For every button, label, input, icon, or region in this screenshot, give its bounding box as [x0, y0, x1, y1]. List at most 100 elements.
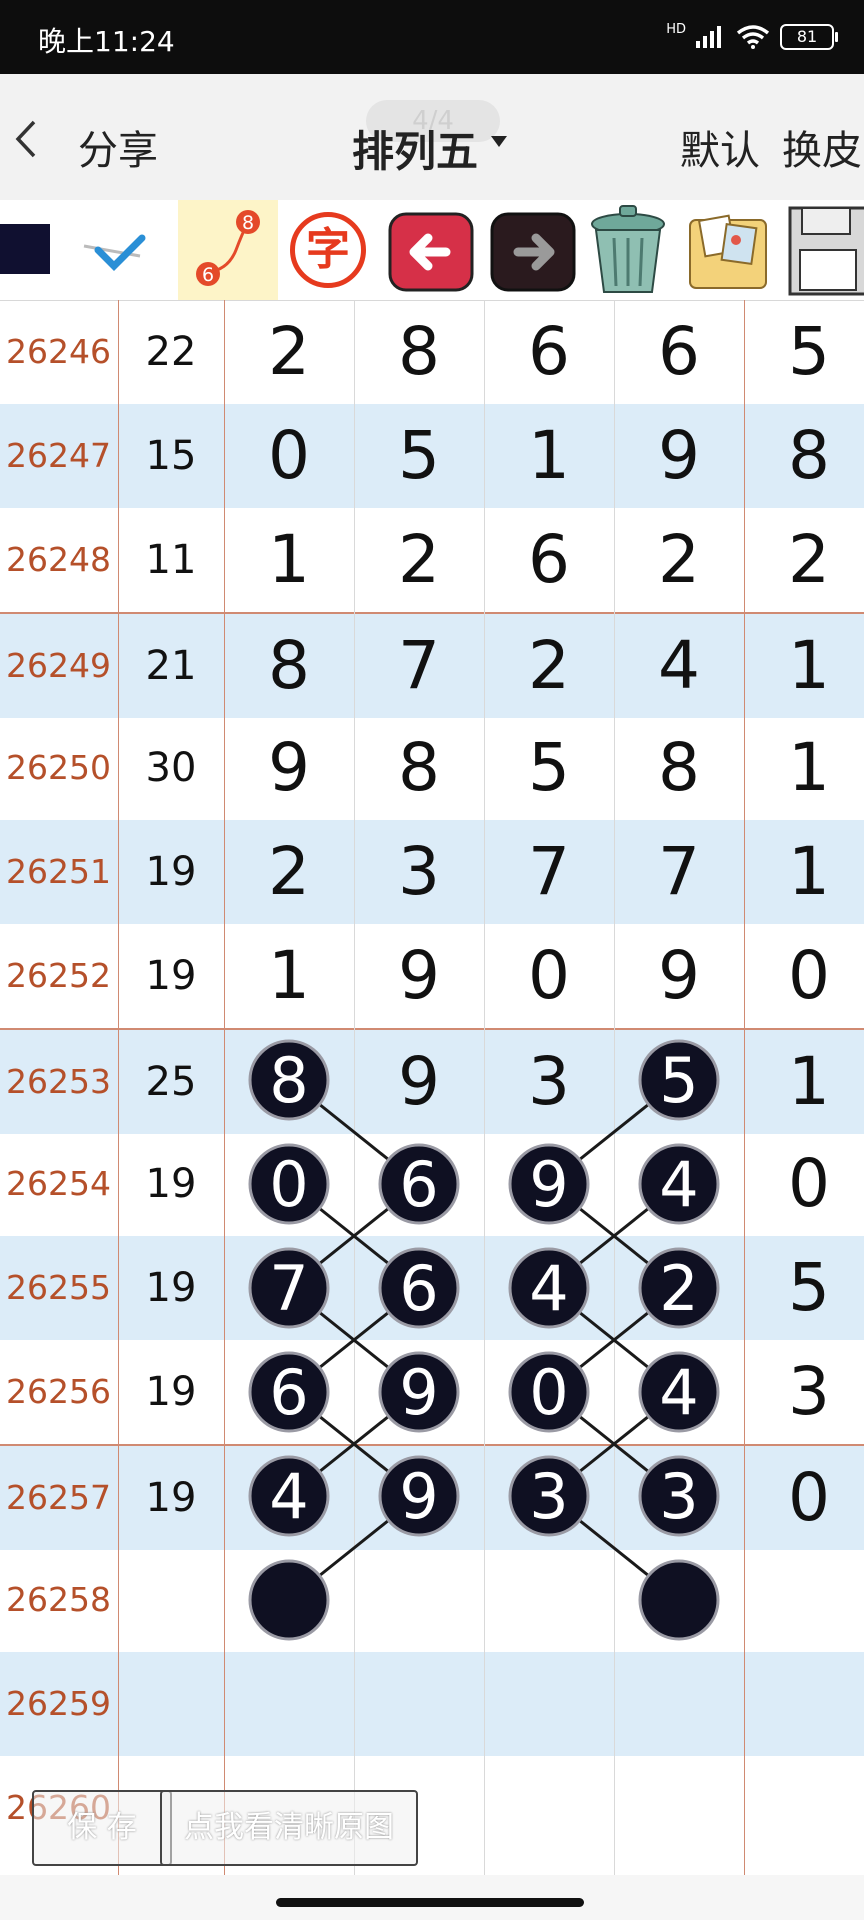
- column-divider: [484, 300, 485, 1875]
- digit-cell[interactable]: 9: [354, 1030, 484, 1134]
- table-row: 262532589351: [0, 1028, 864, 1134]
- sum-value: 19: [145, 1369, 197, 1415]
- digit-cell[interactable]: 5: [484, 716, 614, 820]
- digit-cell[interactable]: 5: [744, 1236, 864, 1340]
- digit-cell[interactable]: 8: [224, 614, 354, 718]
- digit-cell[interactable]: 3: [354, 820, 484, 924]
- color-swatch-icon[interactable]: [0, 200, 52, 300]
- trash-icon[interactable]: [582, 200, 674, 300]
- view-original-button[interactable]: 点我看清晰原图: [160, 1790, 418, 1866]
- digit-cell[interactable]: 6: [484, 508, 614, 612]
- digit-cell[interactable]: 1: [744, 614, 864, 718]
- digit-cell[interactable]: [354, 1548, 484, 1652]
- digit-cell[interactable]: 1: [484, 404, 614, 508]
- digit-cell[interactable]: 8: [354, 716, 484, 820]
- digit-cell[interactable]: 9: [614, 924, 744, 1028]
- undo-arrow-icon[interactable]: [386, 200, 478, 300]
- period-number: 26257: [6, 1478, 111, 1517]
- period-number: 26259: [6, 1684, 111, 1723]
- digit-cell[interactable]: [354, 1652, 484, 1756]
- hd-label: HD: [666, 21, 686, 37]
- digit-cell[interactable]: 7: [614, 820, 744, 924]
- digit-cell[interactable]: 6: [614, 300, 744, 404]
- table-row: 26251 19 2 3 7 7 1: [0, 820, 864, 924]
- digit-cell[interactable]: 7: [484, 820, 614, 924]
- sum-value: 22: [145, 329, 197, 375]
- digit-cell[interactable]: 4: [614, 614, 744, 718]
- sum-value: 19: [145, 849, 197, 895]
- chevron-left-icon[interactable]: [6, 114, 46, 164]
- digit-cell[interactable]: 7: [354, 614, 484, 718]
- digit-cell[interactable]: 5: [354, 404, 484, 508]
- connect-line-icon[interactable]: 8 6: [178, 200, 278, 300]
- period-number: 26255: [6, 1268, 111, 1307]
- column-divider: [224, 300, 225, 1875]
- digit-cell[interactable]: 1: [224, 924, 354, 1028]
- digit-cell[interactable]: 1: [744, 820, 864, 924]
- check-pen-icon[interactable]: [80, 200, 172, 300]
- sum-value: [118, 1548, 224, 1652]
- digit-cell[interactable]: 0: [744, 924, 864, 1028]
- change-skin-button[interactable]: 换皮: [782, 118, 862, 176]
- sum-value: 21: [145, 643, 197, 689]
- save-button[interactable]: 保 存: [32, 1790, 172, 1866]
- digit-cell[interactable]: 2: [224, 820, 354, 924]
- digit-cell[interactable]: [744, 1548, 864, 1652]
- digit-cell[interactable]: 5: [744, 300, 864, 404]
- digit-cell[interactable]: 0: [744, 1446, 864, 1550]
- wifi-icon: [736, 25, 770, 49]
- period-number: 26250: [6, 748, 111, 787]
- period-number: 26252: [6, 956, 111, 995]
- digit-cell[interactable]: [224, 1652, 354, 1756]
- digit-cell[interactable]: [484, 1548, 614, 1652]
- digit-cell[interactable]: 0: [744, 1132, 864, 1236]
- table-row: 26249 21 8 7 2 4 1: [0, 612, 864, 718]
- digit-cell[interactable]: 0: [484, 924, 614, 1028]
- digit-cell[interactable]: [484, 1756, 614, 1860]
- sum-value: 19: [145, 1161, 197, 1207]
- digit-cell[interactable]: [744, 1756, 864, 1860]
- digit-cell[interactable]: 8: [744, 404, 864, 508]
- digit-cell[interactable]: [614, 1652, 744, 1756]
- digit-cell[interactable]: 6: [484, 300, 614, 404]
- digit-cell[interactable]: 2: [484, 614, 614, 718]
- digit-cell[interactable]: 2: [614, 508, 744, 612]
- table-row: 26246 22 2 8 6 6 5: [0, 300, 864, 404]
- digit-cell[interactable]: [614, 1756, 744, 1860]
- connect-number-bottom: 6: [202, 264, 214, 286]
- lottery-type-selector[interactable]: 排列五: [352, 118, 478, 179]
- column-divider: [614, 300, 615, 1875]
- sum-value: [118, 1652, 224, 1756]
- table-row: 26250 30 9 8 5 8 1: [0, 716, 864, 820]
- digit-cell[interactable]: 2: [224, 300, 354, 404]
- digit-cell[interactable]: 2: [744, 508, 864, 612]
- digit-cell[interactable]: [744, 1652, 864, 1756]
- period-number: 26254: [6, 1164, 111, 1203]
- save-disk-icon[interactable]: [786, 200, 864, 300]
- digit-cell[interactable]: 2: [354, 508, 484, 612]
- digit-cell[interactable]: 1: [224, 508, 354, 612]
- caret-down-icon[interactable]: [491, 136, 507, 147]
- digit-cell[interactable]: 9: [354, 924, 484, 1028]
- text-char: 字: [290, 212, 366, 288]
- period-number: 26246: [6, 332, 111, 371]
- digit-cell[interactable]: 0: [224, 404, 354, 508]
- default-button[interactable]: 默认: [680, 118, 760, 176]
- redo-arrow-icon[interactable]: [488, 200, 580, 300]
- home-indicator[interactable]: [276, 1898, 584, 1907]
- digit-cell[interactable]: 8: [354, 300, 484, 404]
- digit-cell[interactable]: 9: [224, 716, 354, 820]
- digit-cell[interactable]: 3: [484, 1030, 614, 1134]
- digit-cell[interactable]: 8: [614, 716, 744, 820]
- sum-value: 11: [145, 537, 197, 583]
- digit-cell[interactable]: 3: [744, 1340, 864, 1444]
- digit-cell[interactable]: 1: [744, 1030, 864, 1134]
- digit-cell[interactable]: 1: [744, 716, 864, 820]
- share-button[interactable]: 分享: [78, 118, 158, 176]
- table-row: 26259: [0, 1652, 864, 1756]
- text-icon[interactable]: 字: [284, 200, 380, 300]
- battery-icon: 81: [780, 24, 838, 50]
- digit-cell[interactable]: 9: [614, 404, 744, 508]
- digit-cell[interactable]: [484, 1652, 614, 1756]
- photos-icon[interactable]: [680, 200, 776, 300]
